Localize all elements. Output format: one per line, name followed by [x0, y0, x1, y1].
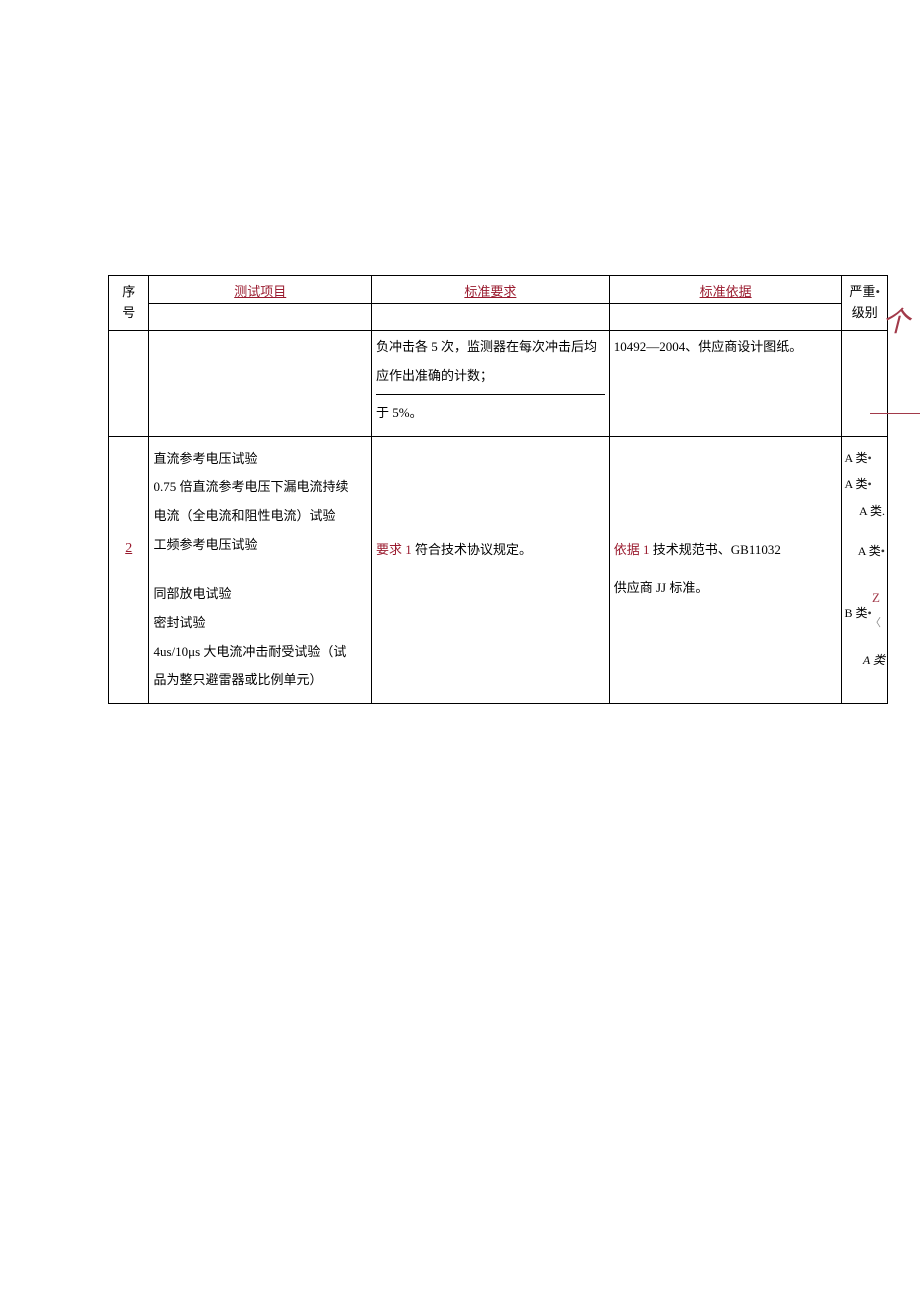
req-text-1: 负冲击各 5 次，监测器在每次冲击后均应作出准确的计数； — [376, 333, 605, 390]
item-line: 0.75 倍直流参考电压下漏电流持续 — [153, 473, 367, 502]
col-header-seq: 序 — [109, 276, 149, 304]
document-page: 序 测试项目 标准要求 标准依据 严重 号 级别 负冲击各 5 次，监测器在每次 — [108, 275, 888, 704]
col-header-sev-2: 级别 — [842, 303, 888, 330]
basis-red: 依据 1 — [614, 542, 653, 557]
sev-line: A 类 — [844, 445, 885, 471]
item-line: 直流参考电压试验 — [153, 445, 367, 474]
cell-basis: 供应商 JJ 标准。 — [609, 572, 842, 703]
margin-annotation-z: Z — [872, 590, 880, 606]
table-row: 2 直流参考电压试验 0.75 倍直流参考电压下漏电流持续 电流（全电流和阻性电… — [109, 436, 888, 572]
item-line: 工频参考电压试验 — [153, 531, 367, 560]
sev-line: A 类. — [844, 498, 885, 524]
col-header-sev: 严重 — [842, 276, 888, 304]
table-header-row: 序 测试项目 标准要求 标准依据 严重 — [109, 276, 888, 304]
cell-item — [149, 331, 372, 437]
col-header-item-label: 测试项目 — [234, 284, 286, 299]
item-line: 电流（全电流和阻性电流）试验 — [153, 502, 367, 531]
table-row: 负冲击各 5 次，监测器在每次冲击后均应作出准确的计数； 于 5%。 10492… — [109, 331, 888, 437]
margin-annotation-line — [870, 413, 920, 414]
margin-annotation-bracket: 〈 — [870, 614, 881, 630]
table-row: 同部放电试验 密封试验 4us/10μs 大电流冲击耐受试验（试 品为整只避雷器… — [109, 572, 888, 703]
seq-number: 2 — [113, 534, 144, 565]
cell-req — [372, 572, 610, 703]
item-line: 同部放电试验 — [153, 580, 367, 609]
sev-line: A 类 — [844, 647, 885, 673]
cell-sev: B 类 A 类 — [842, 572, 888, 703]
basis-rest: 技术规范书、GB11032 — [653, 542, 781, 557]
cell-seq — [109, 572, 149, 703]
col-header-req: 标准要求 — [372, 276, 610, 304]
req-rest: 符合技术协议规定。 — [415, 542, 532, 557]
cell-item: 同部放电试验 密封试验 4us/10μs 大电流冲击耐受试验（试 品为整只避雷器… — [149, 572, 372, 703]
cell-item: 直流参考电压试验 0.75 倍直流参考电压下漏电流持续 电流（全电流和阻性电流）… — [149, 436, 372, 572]
sev-line: A 类 — [844, 471, 885, 497]
cell-req: 负冲击各 5 次，监测器在每次冲击后均应作出准确的计数； 于 5%。 — [372, 331, 610, 437]
margin-annotation-glyph: 个 — [882, 300, 910, 340]
sev-line: A 类 — [844, 538, 885, 564]
cell-req: 要求 1 符合技术协议规定。 — [372, 436, 610, 572]
req-red: 要求 1 — [376, 542, 415, 557]
item-line: 4us/10μs 大电流冲击耐受试验（试 — [153, 638, 367, 667]
col-header-basis-label: 标准依据 — [700, 284, 752, 299]
col-header-seq-2: 号 — [109, 303, 149, 330]
cell-sev — [842, 331, 888, 437]
spec-table: 序 测试项目 标准要求 标准依据 严重 号 级别 负冲击各 5 次，监测器在每次 — [108, 275, 888, 704]
col-header-item: 测试项目 — [149, 276, 372, 304]
req-text-2: 于 5%。 — [376, 394, 605, 428]
col-header-req-label: 标准要求 — [464, 284, 516, 299]
table-header-row-2: 号 级别 — [109, 303, 888, 330]
cell-basis: 10492—2004、供应商设计图纸。 — [609, 331, 842, 437]
cell-basis: 依据 1 技术规范书、GB11032 — [609, 436, 842, 572]
cell-sev: A 类 A 类 A 类. A 类 — [842, 436, 888, 572]
basis-line-2: 供应商 JJ 标准。 — [614, 574, 838, 603]
item-line: 密封试验 — [153, 609, 367, 638]
cell-seq: 2 — [109, 436, 149, 572]
cell-seq — [109, 331, 149, 437]
col-header-sev-top: 严重 — [849, 284, 875, 299]
item-line: 品为整只避雷器或比例单元） — [153, 666, 367, 695]
col-header-basis: 标准依据 — [609, 276, 842, 304]
